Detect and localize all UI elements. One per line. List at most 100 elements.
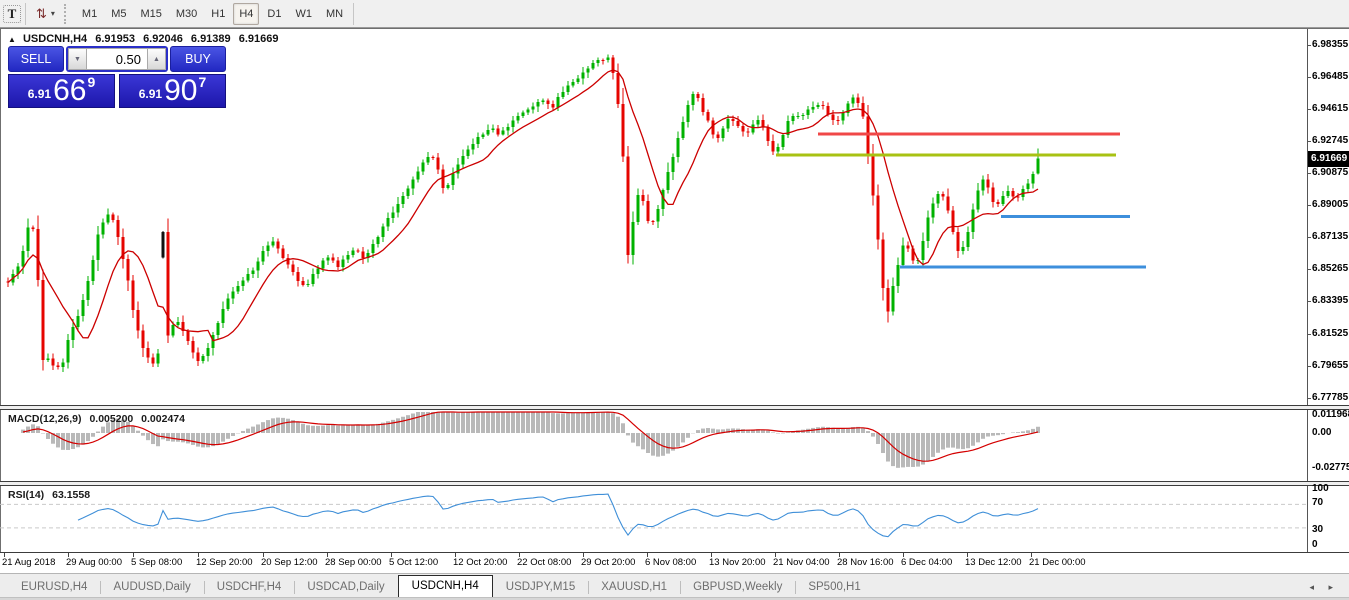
rsi-panel-canvas[interactable] (0, 486, 1307, 552)
price-tick (1307, 301, 1311, 302)
chart-title: ▲ USDCNH,H4 6.91953 6.92046 6.91389 6.91… (8, 33, 278, 45)
buy-button[interactable]: BUY (170, 46, 226, 72)
sell-button[interactable]: SELL (8, 46, 64, 72)
price-tick (1307, 77, 1311, 78)
price-tick (1307, 237, 1311, 238)
sell-price-point: 9 (87, 74, 95, 90)
chart-tab-usdcad-daily[interactable]: USDCAD,Daily (294, 578, 397, 597)
tabs: EURUSD,H4AUDUSD,DailyUSDCHF,H4USDCAD,Dai… (8, 575, 874, 597)
macd-value-main: 0.005200 (89, 413, 133, 425)
ohlc-close: 6.91669 (239, 33, 279, 45)
price-axis-label: 6.85265 (1312, 262, 1349, 276)
chart-tab-xauusd-h1[interactable]: XAUUSD,H1 (588, 578, 680, 597)
time-axis-label: 13 Nov 20:00 (709, 557, 766, 568)
rsi-name: RSI(14) (8, 489, 44, 501)
chart-tab-audusd-daily[interactable]: AUDUSD,Daily (100, 578, 203, 597)
chart-tab-usdchf-h4[interactable]: USDCHF,H4 (204, 578, 295, 597)
time-axis-label: 12 Sep 20:00 (196, 557, 253, 568)
price-tick (1307, 109, 1311, 110)
price-tick (1307, 334, 1311, 335)
timeframe-button-w1[interactable]: W1 (289, 3, 318, 25)
toolbar-grip[interactable] (64, 4, 71, 24)
price-tick (1307, 173, 1311, 174)
macd-axis-label: -0.027758 (1312, 461, 1349, 474)
price-axis-label: 6.87135 (1312, 230, 1349, 244)
macd-value-signal: 0.002474 (141, 413, 185, 425)
timeframe-button-mn[interactable]: MN (320, 3, 349, 25)
timeframe-button-m1[interactable]: M1 (76, 3, 103, 25)
price-tick (1307, 205, 1311, 206)
lot-size-field[interactable]: 0.50 (87, 48, 147, 70)
time-axis-label: 12 Oct 20:00 (453, 557, 507, 568)
ohlc-low: 6.91389 (191, 33, 231, 45)
sell-price-prefix: 6.91 (28, 87, 51, 101)
time-axis-label: 13 Dec 12:00 (965, 557, 1022, 568)
price-axis-label: 6.79655 (1312, 359, 1349, 373)
timeframe-button-m30[interactable]: M30 (170, 3, 203, 25)
arrows-tool-icon[interactable]: ⇅▾ (30, 3, 61, 25)
buy-price-point: 7 (198, 74, 206, 90)
macd-axis-label: 0.00 (1312, 426, 1349, 439)
price-axis-label: 6.89005 (1312, 198, 1349, 212)
price-axis-label: 6.92745 (1312, 134, 1349, 148)
arrows-glyph: ⇅ (36, 6, 47, 22)
rsi-line (78, 494, 1038, 537)
sell-price-pips: 66 (53, 78, 86, 104)
time-axis-label: 21 Aug 2018 (2, 557, 55, 568)
macd-label: MACD(12,26,9) 0.005200 0.002474 (8, 413, 185, 425)
tab-scroll-arrows[interactable]: ◂ ▸ (1309, 582, 1349, 593)
time-axis-label: 22 Oct 08:00 (517, 557, 571, 568)
timeframe-toolbar: M1M5M15M30H1H4D1W1MN (75, 3, 350, 25)
buy-price-pips: 90 (164, 78, 197, 104)
chart-tab-gbpusd-weekly[interactable]: GBPUSD,Weekly (680, 578, 795, 597)
chart-top-border (0, 28, 1349, 29)
price-tick (1307, 45, 1311, 46)
price-axis-label: 6.96485 (1312, 70, 1349, 84)
ohlc-high: 6.92046 (143, 33, 183, 45)
time-axis-label: 5 Sep 08:00 (131, 557, 182, 568)
mt4-window: T ⇅▾ M1M5M15M30H1H4D1W1MN ▲ USDCNH,H4 6.… (0, 0, 1349, 600)
rsi-axis-label: 100 (1312, 482, 1349, 495)
buy-price-display[interactable]: 6.91 90 7 (119, 74, 226, 108)
timeframe-button-m5[interactable]: M5 (105, 3, 132, 25)
chart-tab-bar: EURUSD,H4AUDUSD,DailyUSDCHF,H4USDCAD,Dai… (0, 573, 1349, 597)
rsi-axis-label: 30 (1312, 523, 1349, 536)
macd-axis-label: 0.011968 (1312, 408, 1349, 421)
time-axis-label: 28 Nov 16:00 (837, 557, 894, 568)
toolbar-separator (25, 3, 26, 25)
collapse-icon[interactable]: ▲ (8, 35, 16, 44)
time-axis[interactable]: 21 Aug 201829 Aug 00:005 Sep 08:0012 Sep… (0, 553, 1349, 573)
rsi-value: 63.1558 (52, 489, 90, 501)
price-axis-label: 6.77785 (1312, 391, 1349, 405)
price-tick (1307, 141, 1311, 142)
timeframe-button-h1[interactable]: H1 (205, 3, 231, 25)
chart-tab-sp500-h1[interactable]: SP500,H1 (795, 578, 873, 597)
chart-tab-usdjpy-m15[interactable]: USDJPY,M15 (493, 578, 588, 597)
time-axis-label: 29 Oct 20:00 (581, 557, 635, 568)
time-axis-label: 28 Sep 00:00 (325, 557, 382, 568)
lot-increase-button[interactable]: ▲ (147, 48, 166, 70)
lot-decrease-button[interactable]: ▼ (68, 48, 87, 70)
buy-price-prefix: 6.91 (139, 87, 162, 101)
time-axis-label: 21 Dec 00:00 (1029, 557, 1086, 568)
time-axis-label: 20 Sep 12:00 (261, 557, 318, 568)
chart-tab-usdcnh-h4[interactable]: USDCNH,H4 (398, 575, 493, 597)
time-axis-label: 6 Nov 08:00 (645, 557, 696, 568)
time-axis-label: 21 Nov 04:00 (773, 557, 830, 568)
price-axis-label: 6.90875 (1312, 166, 1349, 180)
timeframe-button-h4[interactable]: H4 (233, 3, 259, 25)
chart-tab-eurusd-h4[interactable]: EURUSD,H4 (8, 578, 100, 597)
price-axis-label: 6.81525 (1312, 327, 1349, 341)
one-click-trading-panel: SELL ▼ 0.50 ▲ BUY 6.91 66 9 6.91 90 (8, 46, 226, 108)
time-axis-label: 6 Dec 04:00 (901, 557, 952, 568)
symbol-period: USDCNH,H4 (23, 33, 87, 45)
macd-panel-canvas[interactable] (0, 410, 1307, 481)
rsi-axis-label: 0 (1312, 538, 1349, 551)
ohlc-open: 6.91953 (95, 33, 135, 45)
timeframe-button-d1[interactable]: D1 (261, 3, 287, 25)
text-label-tool-icon[interactable]: T (3, 5, 21, 23)
sell-price-display[interactable]: 6.91 66 9 (8, 74, 115, 108)
current-price-badge: 6.91669 (1308, 151, 1349, 167)
timeframe-button-m15[interactable]: M15 (134, 3, 167, 25)
time-axis-label: 5 Oct 12:00 (389, 557, 438, 568)
